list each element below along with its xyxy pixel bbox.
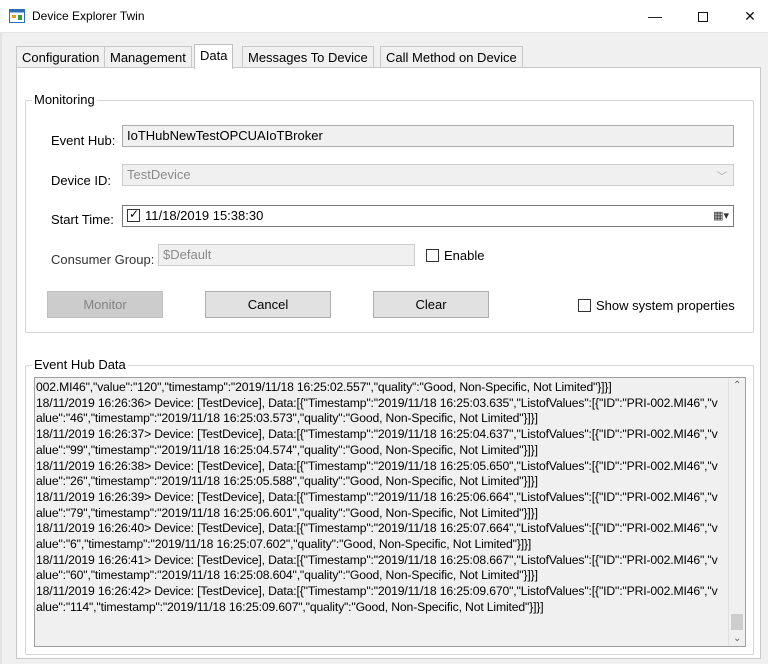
- enable-checkbox-box: [426, 249, 439, 262]
- scroll-down-icon[interactable]: ⌄: [733, 633, 741, 644]
- show-system-properties-checkbox[interactable]: Show system properties: [578, 298, 735, 313]
- monitoring-group: Monitoring Event Hub: IoTHubNewTestOPCUA…: [25, 92, 754, 333]
- device-id-label: Device ID:: [51, 173, 111, 188]
- device-id-value: TestDevice: [127, 167, 191, 182]
- close-button[interactable]: ✕: [727, 0, 768, 32]
- event-hub-data-log[interactable]: 002.MI46","value":"120","timestamp":"201…: [34, 377, 746, 647]
- enable-checkbox[interactable]: Enable: [426, 248, 484, 263]
- consumer-group-label: Consumer Group:: [51, 252, 155, 267]
- calendar-dropdown-icon[interactable]: ▦▾: [713, 209, 729, 222]
- app-window-icon: [9, 9, 25, 23]
- event-hub-label: Event Hub:: [51, 133, 116, 148]
- close-icon: ✕: [744, 8, 756, 24]
- tab-messages-to-device[interactable]: Messages To Device: [242, 46, 374, 69]
- event-hub-data-text: 002.MI46","value":"120","timestamp":"201…: [36, 380, 718, 614]
- minimize-button[interactable]: —: [632, 0, 678, 32]
- tab-configuration[interactable]: Configuration: [16, 46, 106, 69]
- minimize-icon: —: [648, 8, 662, 24]
- event-hub-data-group: Event Hub Data 002.MI46","value":"120","…: [25, 357, 754, 655]
- clear-button[interactable]: Clear: [373, 291, 489, 318]
- start-time-value: 11/18/2019 15:38:30: [145, 208, 264, 223]
- event-hub-field[interactable]: IoTHubNewTestOPCUAIoTBroker: [122, 125, 734, 147]
- device-id-dropdown[interactable]: TestDevice ﹀: [122, 164, 734, 186]
- chevron-down-icon: ﹀: [717, 172, 727, 183]
- monitoring-group-title: Monitoring: [32, 92, 97, 107]
- start-time-checkbox[interactable]: [127, 207, 140, 222]
- show-system-properties-label: Show system properties: [596, 298, 735, 313]
- tab-data[interactable]: Data: [194, 44, 234, 69]
- window-left-edge: [0, 33, 2, 664]
- start-time-label: Start Time:: [51, 212, 114, 227]
- scroll-up-icon[interactable]: ⌃: [733, 380, 741, 391]
- data-tab-page: Monitoring Event Hub: IoTHubNewTestOPCUA…: [16, 67, 761, 659]
- cancel-button[interactable]: Cancel: [205, 291, 331, 318]
- event-hub-data-title: Event Hub Data: [32, 357, 128, 372]
- show-system-properties-box: [578, 299, 591, 312]
- start-time-picker[interactable]: 11/18/2019 15:38:30 ▦▾: [122, 205, 734, 227]
- enable-label: Enable: [444, 248, 485, 263]
- log-scrollbar[interactable]: ⌃ ⌄: [728, 378, 745, 646]
- tab-management[interactable]: Management: [104, 46, 192, 69]
- maximize-icon: [698, 12, 708, 23]
- consumer-group-field[interactable]: $Default: [158, 244, 415, 266]
- maximize-button[interactable]: [680, 0, 726, 32]
- monitor-button[interactable]: Monitor: [47, 291, 163, 318]
- scrollbar-thumb[interactable]: [731, 614, 743, 630]
- window-title: Device Explorer Twin: [32, 9, 145, 23]
- tab-call-method-on-device[interactable]: Call Method on Device: [380, 46, 523, 69]
- title-bar: Device Explorer Twin — ✕: [0, 0, 768, 33]
